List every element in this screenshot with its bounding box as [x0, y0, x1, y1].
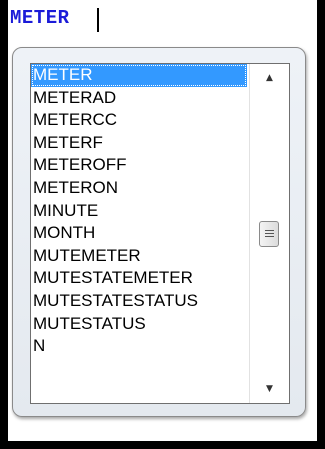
scrollbar-thumb[interactable] [259, 220, 279, 247]
vertical-scrollbar[interactable]: ▲ ▼ [249, 64, 289, 403]
scroll-down-button[interactable]: ▼ [250, 375, 289, 403]
list-item[interactable]: METERAD [31, 87, 247, 110]
window-border-bottom [0, 441, 325, 449]
list-item[interactable]: METEROFF [31, 154, 247, 177]
window-border-right [317, 0, 325, 449]
window-border-left [0, 0, 8, 449]
list-item[interactable]: MUTEMETER [31, 245, 247, 268]
grip-icon [264, 230, 274, 231]
list-item[interactable]: METERCC [31, 109, 247, 132]
scroll-down-arrow-icon: ▼ [266, 384, 273, 394]
autocomplete-items: METER METERAD METERCC METERF METEROFF ME… [31, 64, 247, 403]
list-item[interactable]: MUTESTATUS [31, 313, 247, 336]
text-caret [97, 8, 99, 32]
list-item[interactable]: METERF [31, 132, 247, 155]
list-item[interactable]: METERON [31, 177, 247, 200]
editor-text[interactable]: METER [10, 7, 70, 29]
scroll-up-button[interactable]: ▲ [250, 64, 289, 92]
list-item[interactable]: N [31, 335, 247, 358]
editor-window: METER METER METERAD METERCC METERF METER… [0, 0, 325, 449]
list-item[interactable]: MONTH [31, 222, 247, 245]
list-item[interactable]: MUTESTATESTATUS [31, 290, 247, 313]
autocomplete-listbox[interactable]: METER METERAD METERCC METERF METEROFF ME… [30, 63, 290, 404]
list-item-selected[interactable]: METER [31, 64, 247, 87]
scroll-up-arrow-icon: ▲ [266, 73, 273, 83]
list-item[interactable]: MUTESTATEMETER [31, 267, 247, 290]
list-item[interactable]: MINUTE [31, 200, 247, 223]
autocomplete-popup: METER METERAD METERCC METERF METEROFF ME… [12, 47, 306, 417]
